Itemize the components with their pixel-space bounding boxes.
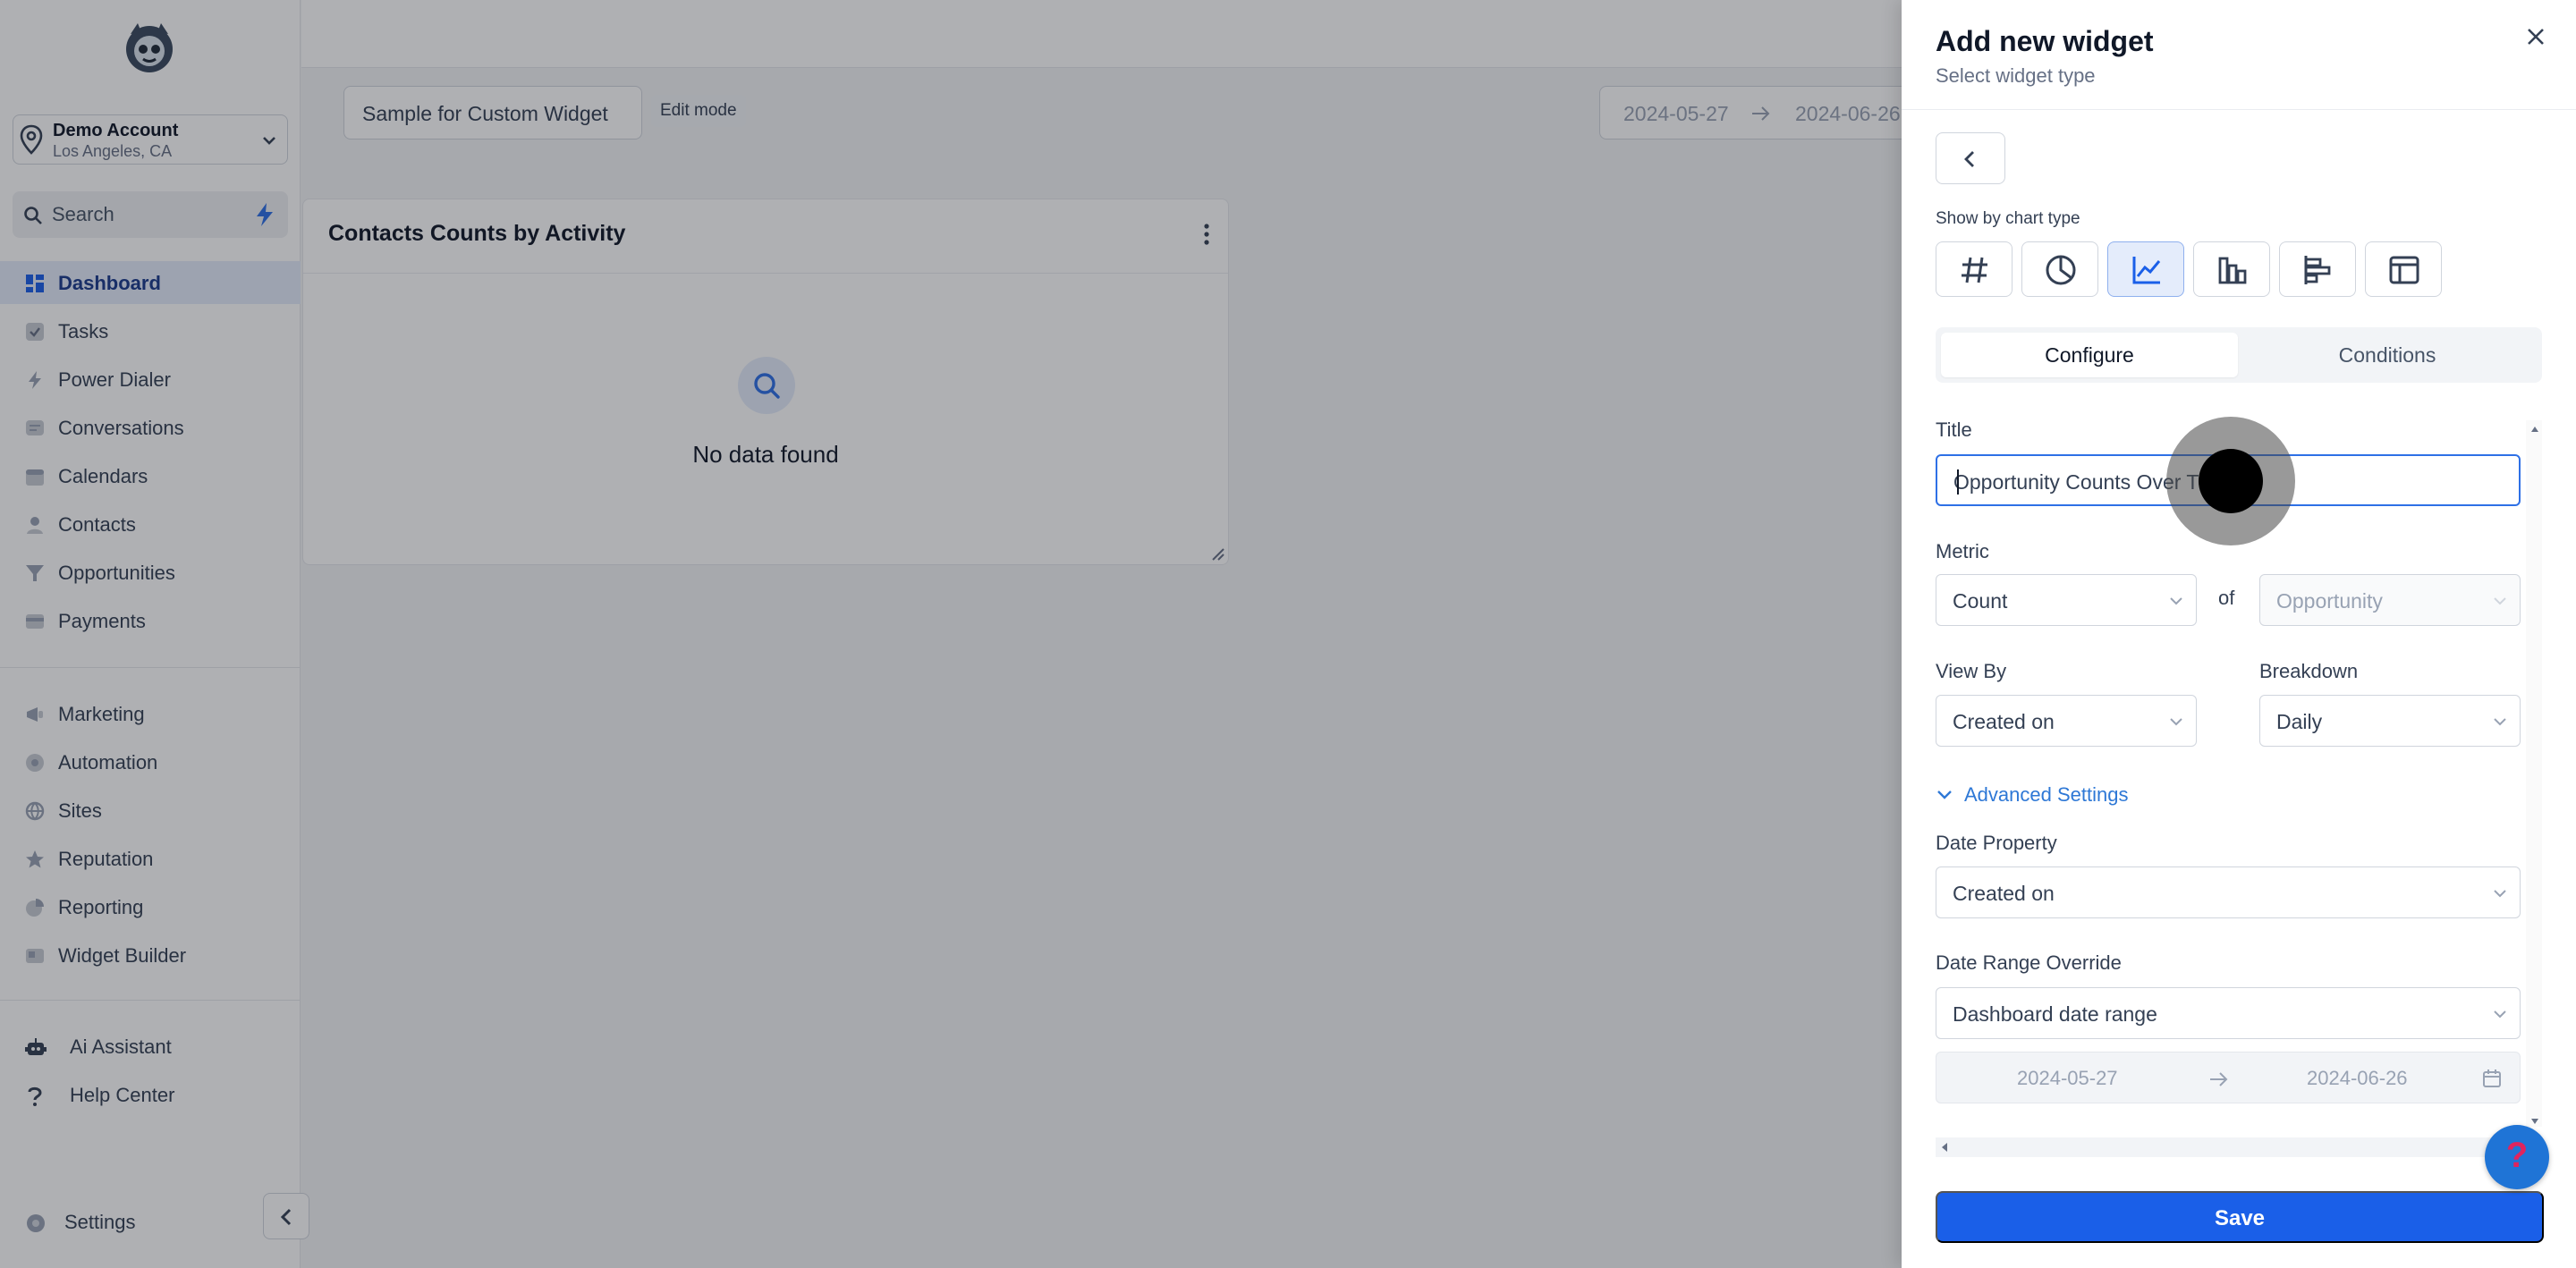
breakdown-select[interactable]: Daily <box>2259 695 2521 747</box>
back-button[interactable] <box>1936 132 2005 184</box>
title-label: Title <box>1936 418 1972 441</box>
chevron-down-icon <box>2493 1010 2507 1019</box>
cursor-pointer <box>2199 449 2263 513</box>
help-fab[interactable]: ? <box>2485 1125 2549 1189</box>
horizontal-scrollbar[interactable] <box>1936 1137 2522 1157</box>
chevron-down-icon <box>2493 717 2507 726</box>
drawer-title: Add new widget <box>1936 25 2154 57</box>
chevron-down-icon <box>2493 596 2507 605</box>
widget-tabs: Configure Conditions <box>1936 327 2542 383</box>
scroll-up-arrow-icon[interactable] <box>2530 426 2539 433</box>
form-scrollbar[interactable] <box>2526 420 2542 1127</box>
drawer-header-divider <box>1902 109 2576 110</box>
date-property-value: Created on <box>1953 882 2055 905</box>
chart-type-number-button[interactable] <box>1936 241 2012 297</box>
override-date-range-picker[interactable]: 2024-05-27 2024-06-26 <box>1936 1052 2521 1103</box>
close-icon[interactable] <box>2522 23 2549 50</box>
metric-object-value: Opportunity <box>2276 589 2383 613</box>
number-icon <box>1962 257 1987 283</box>
breakdown-value: Daily <box>2276 710 2323 733</box>
metric-select[interactable]: Count <box>1936 574 2197 626</box>
chevron-down-icon <box>1937 790 1952 799</box>
horizontal-bar-chart-icon <box>2304 256 2331 284</box>
pie-chart-icon <box>2046 255 2076 285</box>
override-date-start: 2024-05-27 <box>2017 1067 2118 1089</box>
view-by-value: Created on <box>1953 710 2055 733</box>
save-button[interactable]: Save <box>1936 1191 2544 1243</box>
metric-of-label: of <box>2218 587 2235 609</box>
breakdown-label: Breakdown <box>2259 660 2359 682</box>
question-mark-icon: ? <box>2505 1136 2529 1175</box>
table-icon <box>2389 256 2419 284</box>
chart-type-pie-button[interactable] <box>2021 241 2098 297</box>
chevron-down-icon <box>2169 717 2183 726</box>
view-by-select[interactable]: Created on <box>1936 695 2197 747</box>
chevron-down-icon <box>2169 596 2183 605</box>
chevron-down-icon <box>2493 889 2507 898</box>
chart-type-horizontal-bar-button[interactable] <box>2279 241 2356 297</box>
scroll-left-arrow-icon[interactable] <box>1941 1142 1948 1153</box>
drawer-subtitle: Select widget type <box>1936 64 2096 87</box>
tab-conditions[interactable]: Conditions <box>2238 333 2537 377</box>
line-chart-icon <box>2132 257 2161 284</box>
metric-object-select[interactable]: Opportunity <box>2259 574 2521 626</box>
date-range-override-select[interactable]: Dashboard date range <box>1936 987 2521 1039</box>
metric-select-value: Count <box>1953 589 2008 613</box>
scroll-down-arrow-icon[interactable] <box>2530 1118 2539 1125</box>
chevron-left-icon <box>1964 151 1974 167</box>
chart-type-label: Show by chart type <box>1936 209 2080 228</box>
date-range-override-label: Date Range Override <box>1936 951 2122 974</box>
calendar-icon <box>2482 1069 2502 1088</box>
text-caret <box>1957 469 1959 495</box>
metric-label: Metric <box>1936 540 1989 562</box>
tab-configure[interactable]: Configure <box>1941 333 2238 377</box>
date-property-label: Date Property <box>1936 832 2057 854</box>
override-date-end: 2024-06-26 <box>2307 1067 2408 1089</box>
view-by-label: View By <box>1936 660 2007 682</box>
date-range-override-value: Dashboard date range <box>1953 1002 2157 1026</box>
chart-type-bar-button[interactable] <box>2193 241 2270 297</box>
date-property-select[interactable]: Created on <box>1936 866 2521 918</box>
chart-type-line-button[interactable] <box>2107 241 2184 297</box>
bar-chart-icon <box>2218 257 2247 284</box>
chart-type-table-button[interactable] <box>2365 241 2442 297</box>
advanced-settings-label: Advanced Settings <box>1964 783 2129 806</box>
arrow-right-icon <box>2208 1070 2230 1088</box>
